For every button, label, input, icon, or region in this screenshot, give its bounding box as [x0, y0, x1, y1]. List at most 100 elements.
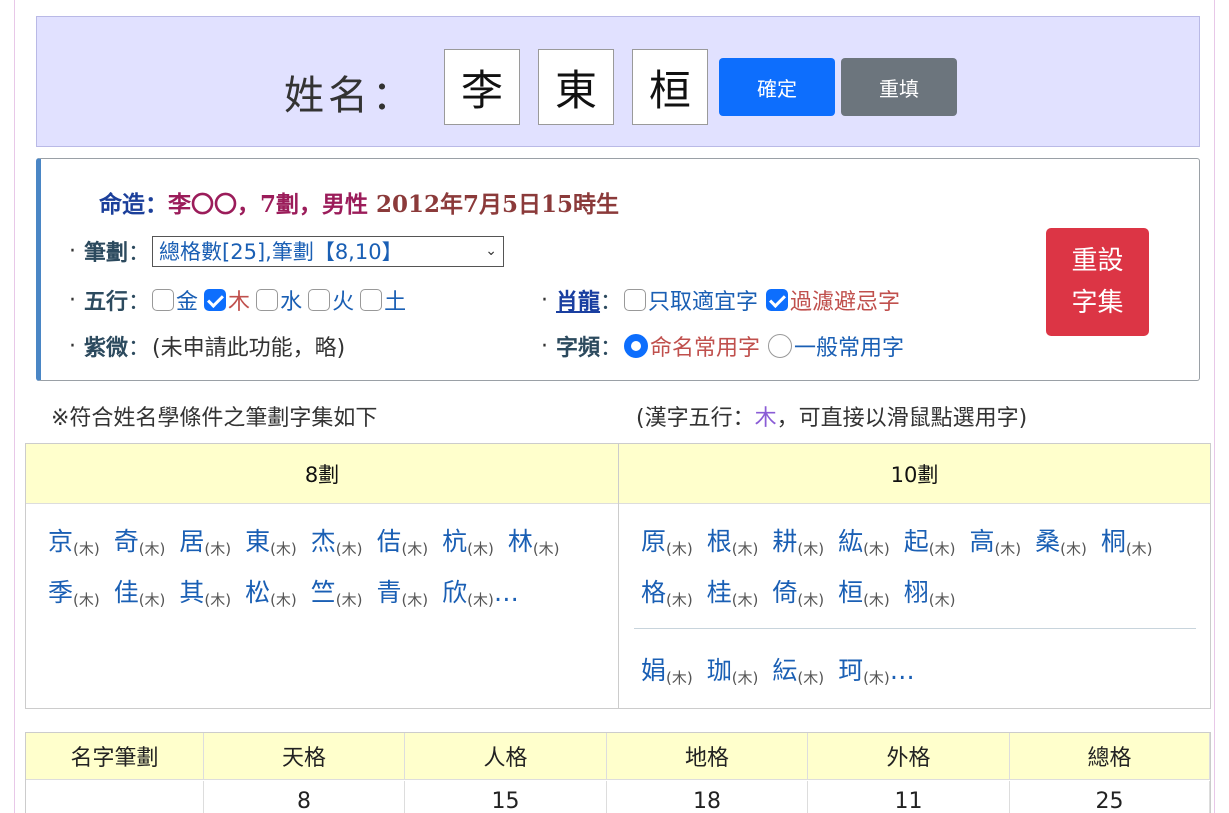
char-element-tag: (木) [731, 669, 759, 687]
char-option[interactable]: 季(木) [48, 578, 100, 609]
char-glyph: 珂 [838, 656, 864, 685]
char-element-tag: (木) [797, 591, 825, 609]
char-option[interactable]: 格(木) [641, 578, 693, 609]
char-element-tag: (木) [73, 591, 100, 609]
char-glyph: 青 [376, 578, 402, 607]
more-chars-ellipsis[interactable]: … [494, 578, 519, 607]
char-option[interactable]: 杰(木) [311, 527, 363, 558]
char-option[interactable]: 桑(木) [1035, 527, 1087, 558]
char-element-tag: (木) [666, 591, 693, 609]
wuxing-water-checkbox[interactable] [256, 289, 279, 311]
char-glyph: 栩 [903, 578, 929, 607]
char-option[interactable]: 松(木) [245, 578, 297, 609]
col2-char-list: 原(木) 根(木) 耕(木) 紘(木) 起(木) 高(木) 桑(木) 桐(木) … [641, 520, 1201, 622]
char-element-tag: (木) [401, 591, 429, 609]
zodiac-link[interactable]: 肖龍 [556, 284, 600, 316]
char-glyph: 耕 [772, 527, 798, 556]
char-option[interactable]: 紘(木) [838, 527, 890, 558]
char-option[interactable]: 桐(木) [1100, 527, 1153, 558]
char-element-tag: (木) [666, 540, 693, 558]
char-glyph: 原 [641, 527, 667, 556]
char-element-tag: (木) [863, 591, 890, 609]
ziwei-label: 紫微 [84, 336, 129, 361]
char-glyph: 桓 [838, 578, 864, 607]
char-glyph: 娟 [641, 656, 667, 685]
char-option[interactable]: 栩(木) [903, 578, 956, 609]
char-option[interactable]: 倚(木) [772, 578, 825, 609]
score-value: 18 [607, 781, 808, 813]
char-glyph: 竺 [310, 578, 336, 607]
char-option[interactable]: 杭(木) [442, 527, 494, 558]
charset-table: 8劃 10劃 京(木) 奇(木) 居(木) 東(木) 杰(木) 佶(木) 杭(木… [25, 443, 1211, 709]
char-glyph: 桐 [1100, 527, 1126, 556]
char-option[interactable]: 其(木) [179, 578, 231, 609]
char-option[interactable]: 欣(木) [442, 578, 494, 609]
char-option[interactable]: 京(木) [48, 527, 100, 558]
destiny-label: 命造： [99, 191, 168, 218]
page-border-left [14, 0, 15, 813]
char-glyph: 佶 [376, 527, 402, 556]
reset-button[interactable]: 重填 [841, 58, 957, 116]
char-option[interactable]: 珂(木) [838, 656, 890, 687]
given-name-2-input[interactable]: 桓 [632, 49, 708, 125]
char-option[interactable]: 原(木) [641, 527, 693, 558]
freq-general-radio[interactable] [768, 334, 793, 358]
col-head-8: 8劃 [26, 444, 618, 504]
freq-common-naming-radio[interactable] [624, 334, 649, 358]
char-option[interactable]: 佳(木) [114, 578, 166, 609]
char-option[interactable]: 高(木) [969, 527, 1021, 558]
char-glyph: 格 [641, 578, 667, 607]
col1-char-list: 京(木) 奇(木) 居(木) 東(木) 杰(木) 佶(木) 杭(木) 林(木) … [48, 520, 588, 622]
char-option[interactable]: 桂(木) [707, 578, 759, 609]
char-glyph: 季 [48, 578, 74, 607]
char-option[interactable]: 紜(木) [772, 656, 824, 687]
char-option[interactable]: 耕(木) [772, 527, 824, 558]
ziwei-row: · 紫微： (未申請此功能，略) [69, 330, 345, 362]
wuxing-label: 五行 [84, 290, 129, 315]
char-option[interactable]: 娟(木) [641, 656, 693, 687]
more-chars-ellipsis[interactable]: … [890, 656, 915, 685]
zodiac-filter-checkbox[interactable] [766, 289, 789, 311]
destiny-person: 李〇〇，7劃，男性 [168, 191, 369, 218]
char-option[interactable]: 佶(木) [376, 527, 429, 558]
char-option[interactable]: 竺(木) [310, 578, 363, 609]
strokes-select[interactable]: 總格數[25],筆劃【8,10】 ⌄ [152, 235, 505, 267]
given-name-1-input[interactable]: 東 [538, 49, 614, 125]
char-option[interactable]: 居(木) [179, 527, 231, 558]
char-element-tag: (木) [928, 591, 956, 609]
char-option[interactable]: 桓(木) [838, 578, 890, 609]
char-option[interactable]: 林(木) [507, 527, 560, 558]
wuxing-metal-checkbox[interactable] [152, 289, 175, 311]
char-option[interactable]: 珈(木) [707, 656, 759, 687]
char-element-tag: (木) [863, 540, 890, 558]
char-glyph: 奇 [113, 527, 139, 556]
freq-label: 字頻 [556, 336, 601, 361]
wuxing-fire-checkbox[interactable] [308, 289, 331, 311]
char-glyph: 京 [48, 527, 74, 556]
wuxing-wood-checkbox[interactable] [204, 289, 227, 311]
wuxing-earth-checkbox[interactable] [360, 289, 383, 311]
surname-input[interactable]: 李 [444, 49, 520, 125]
char-element-tag: (木) [138, 591, 166, 609]
zodiac-suitable-checkbox[interactable] [624, 289, 647, 311]
destiny-birth: 2012年7月5日15時生 [376, 191, 620, 218]
reset-charset-button[interactable]: 重設 字集 [1046, 228, 1149, 336]
confirm-button[interactable]: 確定 [719, 58, 835, 116]
col-head-10: 10劃 [619, 444, 1210, 504]
score-value: 25 [1010, 781, 1210, 813]
char-option[interactable]: 青(木) [376, 578, 429, 609]
char-glyph: 林 [507, 527, 533, 556]
char-element-tag: (木) [731, 540, 759, 558]
char-option[interactable]: 東(木) [245, 527, 297, 558]
char-glyph: 倚 [772, 578, 798, 607]
freq-row: · 字頻： 命名常用字 一般常用字 [541, 330, 904, 362]
char-glyph: 高 [969, 527, 995, 556]
char-option[interactable]: 根(木) [707, 527, 759, 558]
char-element-tag: (木) [401, 540, 429, 558]
char-option[interactable]: 奇(木) [113, 527, 166, 558]
strokes-selected-value: 總格數[25],筆劃【8,10】 [159, 240, 403, 264]
page-border-right [1214, 0, 1215, 813]
char-option[interactable]: 起(木) [904, 527, 956, 558]
chevron-down-icon: ⌄ [485, 243, 498, 259]
score-header: 名字筆劃 [26, 733, 204, 780]
